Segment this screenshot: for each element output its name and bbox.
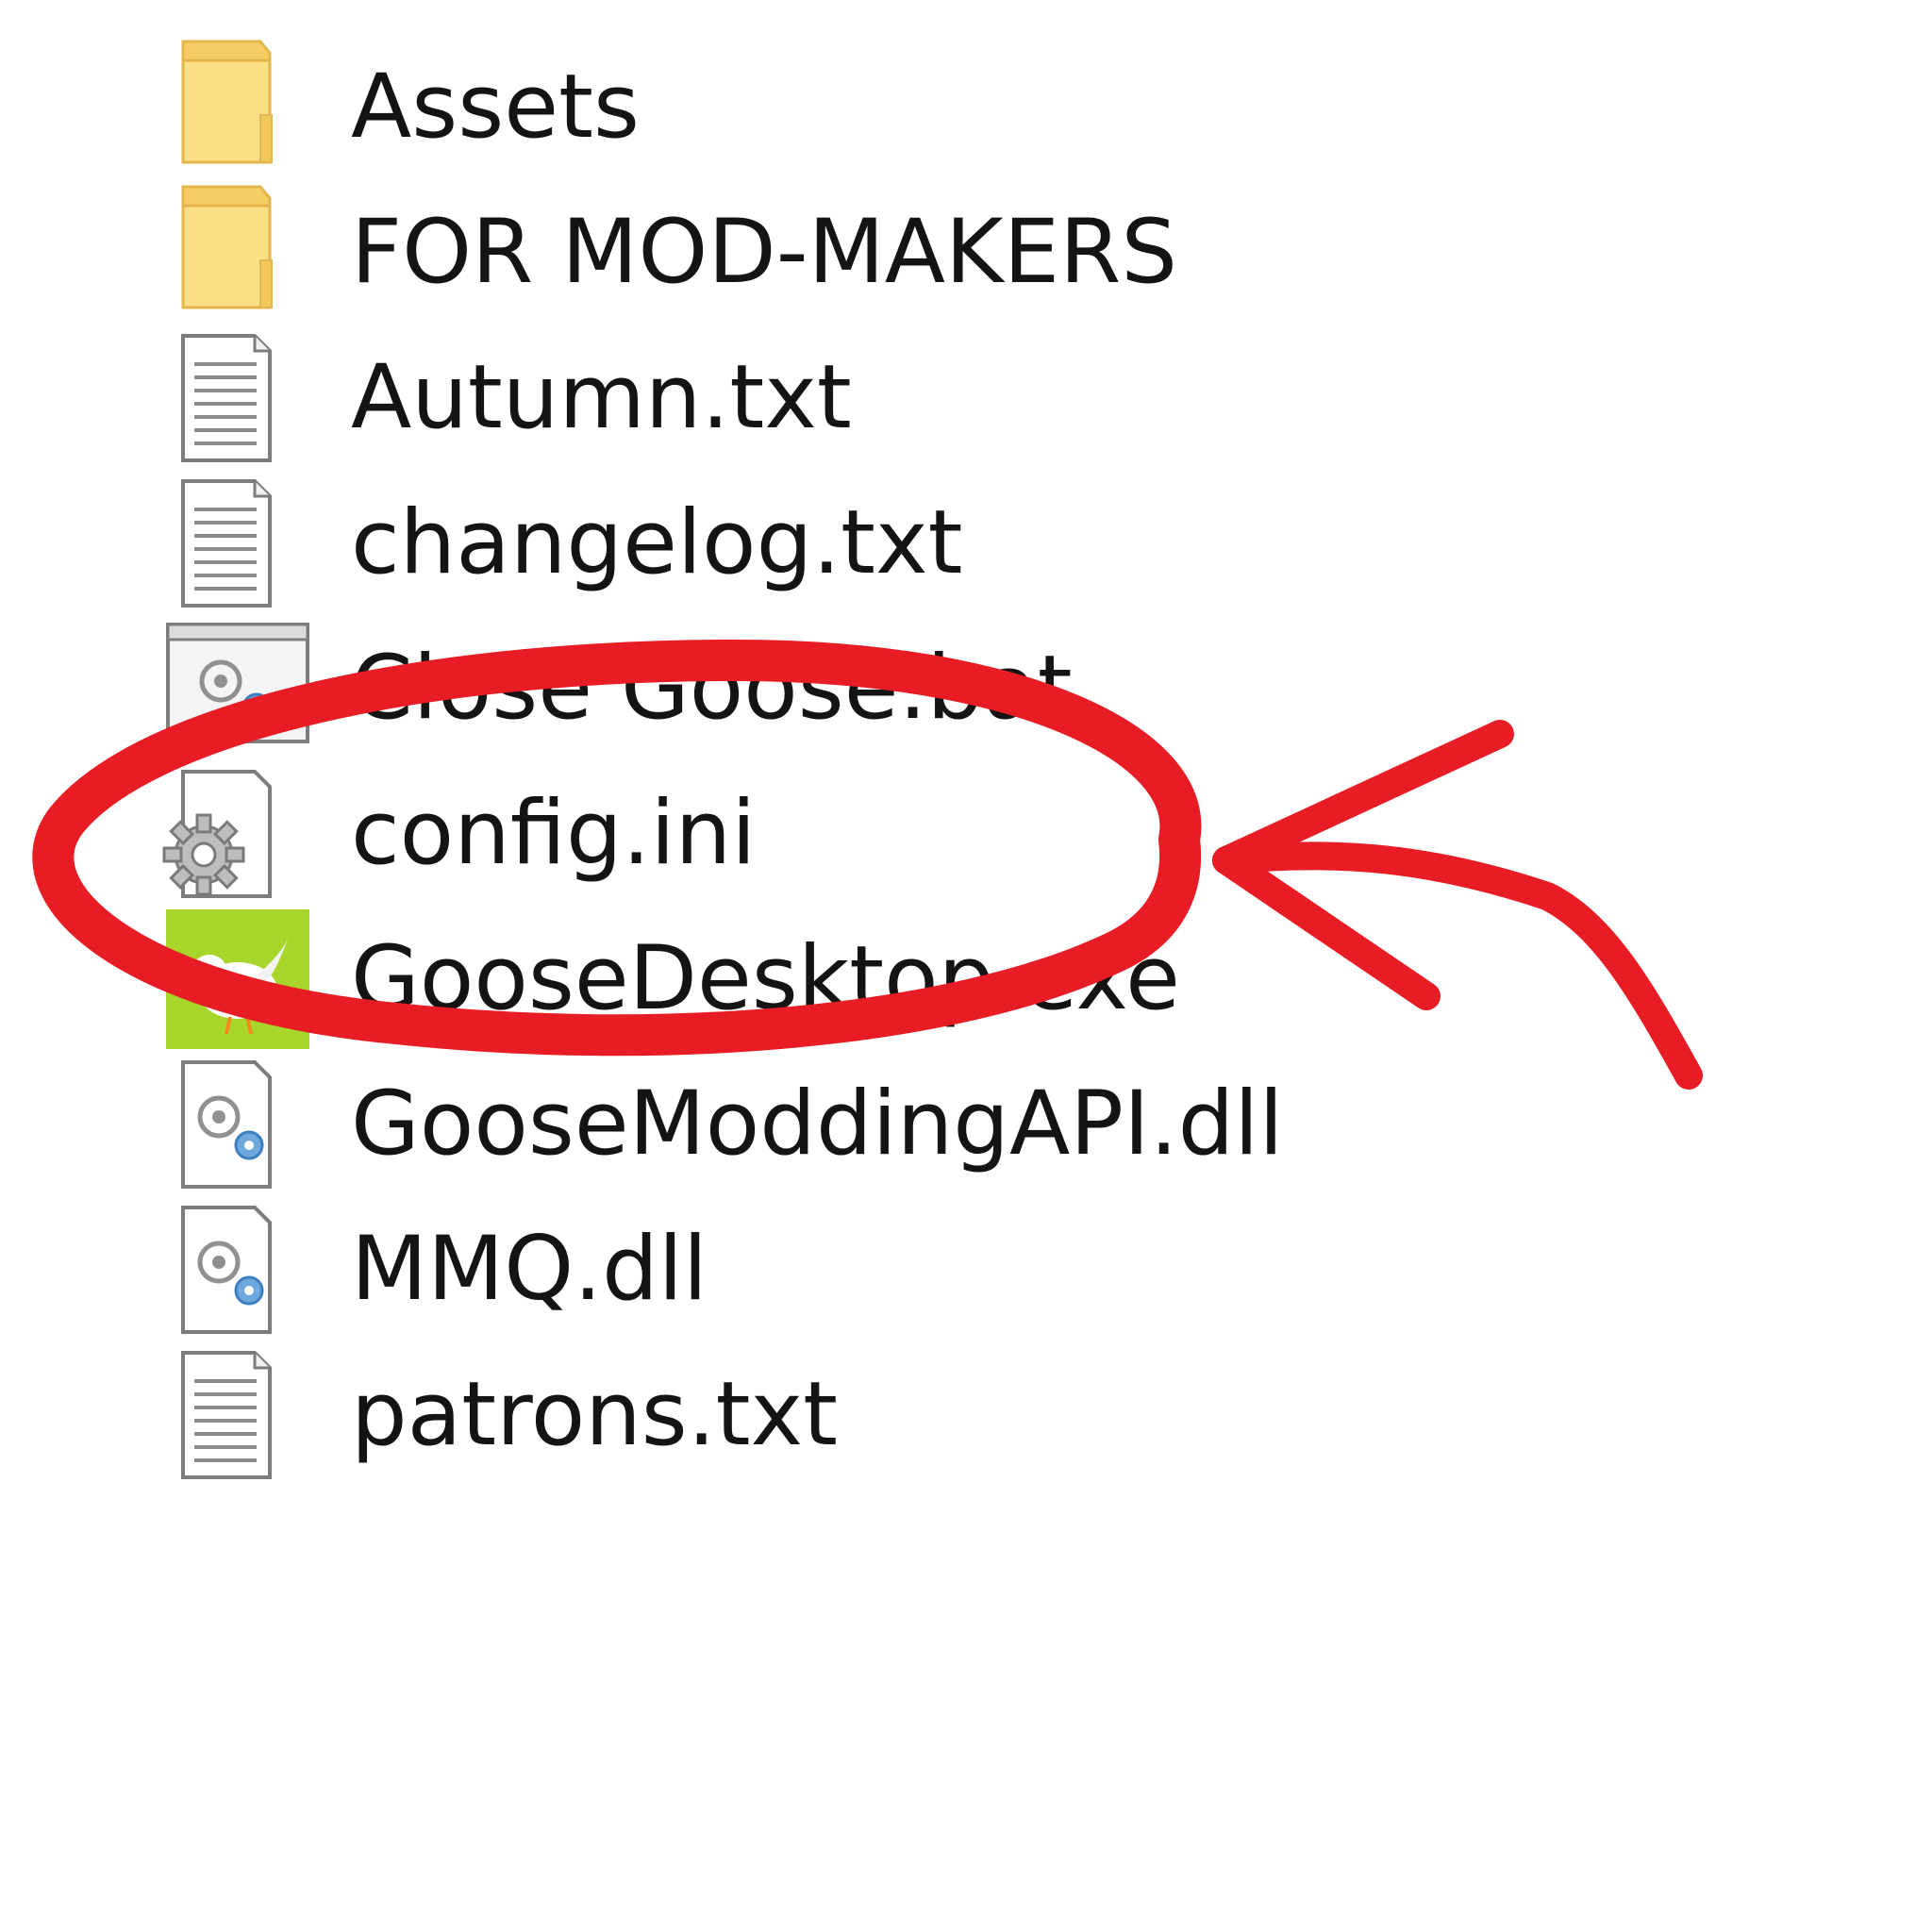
file-row-patrons-txt[interactable]: patrons.txt bbox=[151, 1340, 1472, 1491]
file-row-autumn-txt[interactable]: Autumn.txt bbox=[151, 323, 1472, 474]
file-row-assets[interactable]: Assets bbox=[151, 32, 1472, 183]
goose-app-icon bbox=[151, 904, 321, 1055]
dll-file-icon bbox=[151, 1049, 321, 1200]
file-row-config-ini[interactable]: config.ini bbox=[151, 758, 1472, 909]
file-name: config.ini bbox=[351, 782, 757, 885]
file-list: Assets FOR MOD-MAKERS Autumn.txt changel… bbox=[0, 0, 1932, 1932]
text-file-icon bbox=[151, 323, 321, 474]
text-file-icon bbox=[151, 1340, 321, 1491]
file-name: GooseModdingAPI.dll bbox=[351, 1073, 1284, 1175]
file-name: changelog.txt bbox=[351, 491, 963, 594]
file-name: Close Goose.bat bbox=[351, 637, 1073, 740]
file-name: FOR MOD-MAKERS bbox=[351, 201, 1178, 304]
file-row-for-mod-makers[interactable]: FOR MOD-MAKERS bbox=[151, 177, 1472, 328]
file-name: Assets bbox=[351, 56, 640, 158]
dll-file-icon bbox=[151, 1194, 321, 1345]
batch-file-icon bbox=[151, 613, 321, 764]
file-row-goosemoddingapi-dll[interactable]: GooseModdingAPI.dll bbox=[151, 1049, 1472, 1200]
file-row-goosedesktop-exe[interactable]: GooseDesktop.exe bbox=[151, 904, 1472, 1055]
file-row-close-goose-bat[interactable]: Close Goose.bat bbox=[151, 613, 1472, 764]
file-name: Autumn.txt bbox=[351, 346, 852, 449]
folder-icon bbox=[151, 177, 321, 328]
file-row-changelog-txt[interactable]: changelog.txt bbox=[151, 468, 1472, 619]
folder-icon bbox=[151, 32, 321, 183]
settings-file-icon bbox=[151, 758, 321, 909]
text-file-icon bbox=[151, 468, 321, 619]
file-name: patrons.txt bbox=[351, 1363, 838, 1466]
file-name: MMQ.dll bbox=[351, 1218, 708, 1321]
file-row-mmq-dll[interactable]: MMQ.dll bbox=[151, 1194, 1472, 1345]
file-name: GooseDesktop.exe bbox=[351, 927, 1180, 1030]
